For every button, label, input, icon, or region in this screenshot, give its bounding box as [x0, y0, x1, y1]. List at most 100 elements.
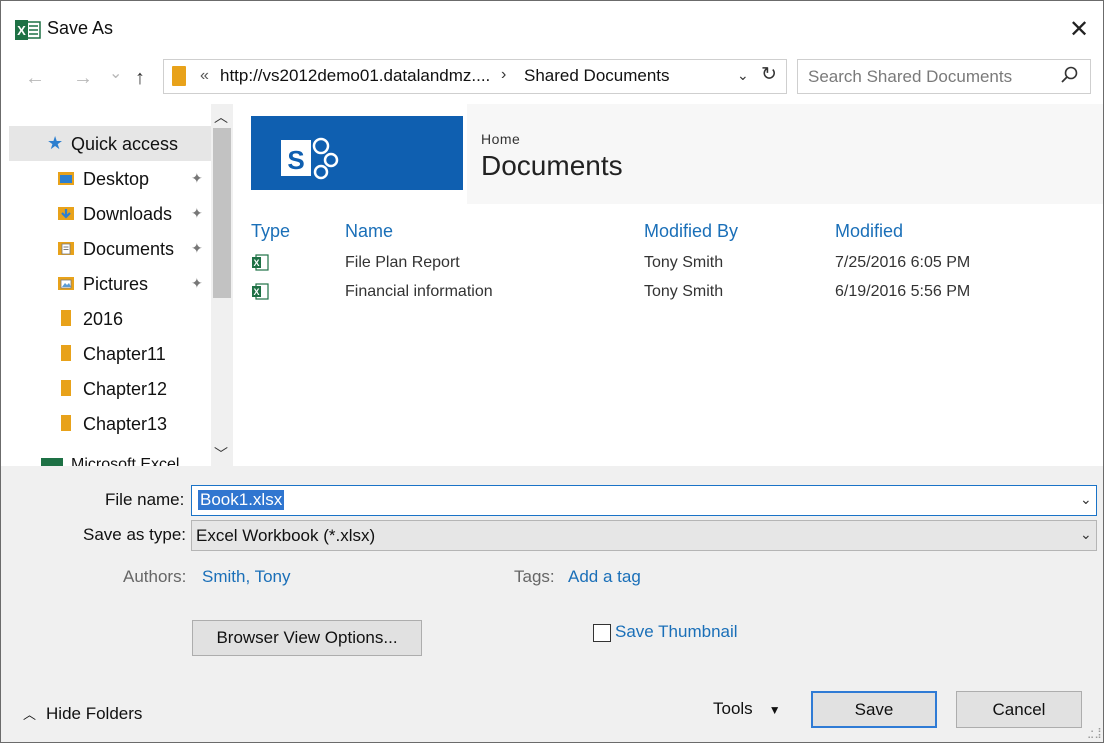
- save-type-select[interactable]: Excel Workbook (*.xlsx) ⌄: [191, 520, 1097, 551]
- folder-icon: [61, 380, 71, 396]
- sharepoint-logo-icon: S: [281, 137, 339, 180]
- modified-by: Tony Smith: [644, 254, 724, 271]
- window-title: Save As: [47, 18, 114, 38]
- modified-by: Tony Smith: [644, 283, 724, 300]
- pin-icon[interactable]: ✦: [191, 205, 203, 222]
- authors-label: Authors:: [123, 567, 187, 586]
- chevron-down-icon: ⌄: [109, 65, 123, 82]
- table-row[interactable]: X File Plan Report Tony Smith 7/25/2016 …: [239, 249, 1103, 278]
- column-header-modified[interactable]: Modified: [835, 221, 903, 242]
- search-icon[interactable]: [1060, 65, 1080, 85]
- save-thumbnail-label[interactable]: Save Thumbnail: [615, 622, 738, 642]
- excel-icon: X: [15, 20, 41, 40]
- folder-icon: [61, 345, 71, 361]
- back-arrow-icon: ←: [25, 67, 45, 89]
- breadcrumb-current[interactable]: Shared Documents: [524, 66, 670, 86]
- back-button[interactable]: ←: [25, 67, 45, 90]
- column-header-type[interactable]: Type: [251, 221, 290, 242]
- sidebar-item-pictures[interactable]: Pictures ✦: [1, 266, 211, 301]
- sidebar-item-desktop[interactable]: Desktop ✦: [1, 161, 211, 196]
- tools-label: Tools: [713, 699, 753, 718]
- breadcrumb[interactable]: Home: [481, 131, 520, 147]
- cancel-button[interactable]: Cancel: [956, 691, 1082, 728]
- browser-view-options-button[interactable]: Browser View Options...: [192, 620, 422, 656]
- hide-folders-label: Hide Folders: [46, 704, 143, 723]
- sidebar-item-2016[interactable]: 2016: [1, 301, 211, 336]
- table-row[interactable]: X Financial information Tony Smith 6/19/…: [239, 278, 1103, 307]
- pin-icon[interactable]: ✦: [191, 275, 203, 292]
- address-dropdown-icon[interactable]: ⌄: [737, 67, 749, 84]
- downloads-folder-icon: [58, 207, 74, 220]
- sidebar-item-partial[interactable]: Microsoft Excel: [41, 456, 179, 466]
- file-name-input[interactable]: Book1.xlsx: [198, 490, 285, 510]
- sidebar-item-chapter12[interactable]: Chapter12: [1, 371, 211, 406]
- pin-icon[interactable]: ✦: [191, 240, 203, 257]
- save-type-label: Save as type:: [83, 525, 187, 544]
- file-name-label: File name:: [105, 490, 185, 509]
- scroll-up-icon[interactable]: ︿: [214, 107, 228, 127]
- refresh-icon[interactable]: ↻: [761, 63, 777, 86]
- svg-text:X: X: [17, 23, 26, 38]
- folder-icon: [61, 415, 71, 431]
- title-bar: X Save As ✕: [1, 1, 1103, 51]
- file-name[interactable]: Financial information: [345, 283, 493, 301]
- folder-icon: [172, 66, 186, 86]
- dropdown-arrow-icon: ▼: [768, 702, 781, 717]
- close-button[interactable]: ✕: [1061, 13, 1097, 45]
- column-header-name[interactable]: Name: [345, 221, 393, 242]
- folder-icon: [61, 310, 71, 326]
- sidebar-item-downloads[interactable]: Downloads ✦: [1, 196, 211, 231]
- file-name[interactable]: File Plan Report: [345, 254, 460, 272]
- sidebar-item-label: Documents: [83, 239, 175, 259]
- forward-arrow-icon: →: [73, 67, 93, 89]
- authors-field[interactable]: Smith, Tony: [202, 567, 291, 587]
- tags-field[interactable]: Add a tag: [568, 567, 641, 587]
- address-path[interactable]: http://vs2012demo01.datalandmz....: [220, 66, 490, 86]
- file-name-field[interactable]: Book1.xlsx ⌄: [191, 485, 1097, 516]
- chevron-up-icon: ︿: [23, 707, 37, 722]
- svg-text:X: X: [253, 287, 259, 297]
- sharepoint-banner: S: [251, 116, 463, 190]
- documents-folder-icon: [58, 242, 74, 255]
- sidebar-item-quick-access[interactable]: ★ Quick access: [9, 126, 211, 161]
- address-bar[interactable]: « http://vs2012demo01.datalandmz.... › S…: [163, 59, 787, 94]
- star-icon: ★: [47, 133, 64, 153]
- sidebar-item-label: Downloads: [83, 204, 173, 224]
- page-title: Documents: [481, 150, 623, 181]
- sidebar-item-label: 2016: [83, 309, 124, 329]
- pictures-folder-icon: [58, 277, 74, 290]
- save-type-value: Excel Workbook (*.xlsx): [196, 526, 376, 545]
- tools-menu-button[interactable]: Tools ▼: [713, 699, 781, 719]
- save-button[interactable]: Save: [811, 691, 937, 728]
- sidebar-item-label: Microsoft Excel: [71, 456, 180, 466]
- navigation-pane: ★ Quick access Desktop ✦ Downloads ✦ Doc…: [1, 104, 233, 466]
- sidebar-item-label: Quick access: [71, 134, 179, 154]
- sidebar-item-chapter13[interactable]: Chapter13: [1, 406, 211, 441]
- recent-locations-button[interactable]: ⌄: [109, 63, 122, 83]
- sidebar-item-chapter11[interactable]: Chapter11: [1, 336, 211, 371]
- sidebar-item-label: Chapter11: [83, 344, 166, 364]
- save-thumbnail-checkbox[interactable]: [593, 624, 611, 642]
- excel-icon: [41, 457, 63, 466]
- search-input[interactable]: [806, 64, 1050, 90]
- breadcrumb-separator-icon[interactable]: ›: [501, 66, 506, 84]
- resize-grip-icon[interactable]: ⠠⠰ ⠤⠴: [1087, 726, 1102, 742]
- up-button[interactable]: ↑: [135, 67, 145, 90]
- search-box[interactable]: [797, 59, 1091, 94]
- pin-icon[interactable]: ✦: [191, 170, 203, 187]
- chevron-down-icon[interactable]: ⌄: [1080, 491, 1092, 508]
- forward-button[interactable]: →: [73, 67, 93, 90]
- scrollbar-thumb[interactable]: [213, 128, 231, 298]
- hide-folders-button[interactable]: ︿ Hide Folders: [23, 704, 142, 724]
- sidebar-item-documents[interactable]: Documents ✦: [1, 231, 211, 266]
- chevron-down-icon[interactable]: ⌄: [1080, 526, 1092, 543]
- excel-file-icon: X: [252, 283, 269, 300]
- svg-text:X: X: [253, 258, 259, 268]
- scroll-down-icon[interactable]: ﹀: [214, 444, 228, 464]
- file-list-pane: S Home Documents Type Name Modified By M…: [239, 104, 1103, 466]
- column-header-modified-by[interactable]: Modified By: [644, 221, 738, 242]
- sidebar-item-label: Desktop: [83, 169, 150, 189]
- modified-date: 7/25/2016 6:05 PM: [835, 254, 971, 271]
- save-options-panel: File name: Book1.xlsx ⌄ Save as type: Ex…: [1, 466, 1103, 742]
- overflow-chevron[interactable]: «: [200, 67, 209, 85]
